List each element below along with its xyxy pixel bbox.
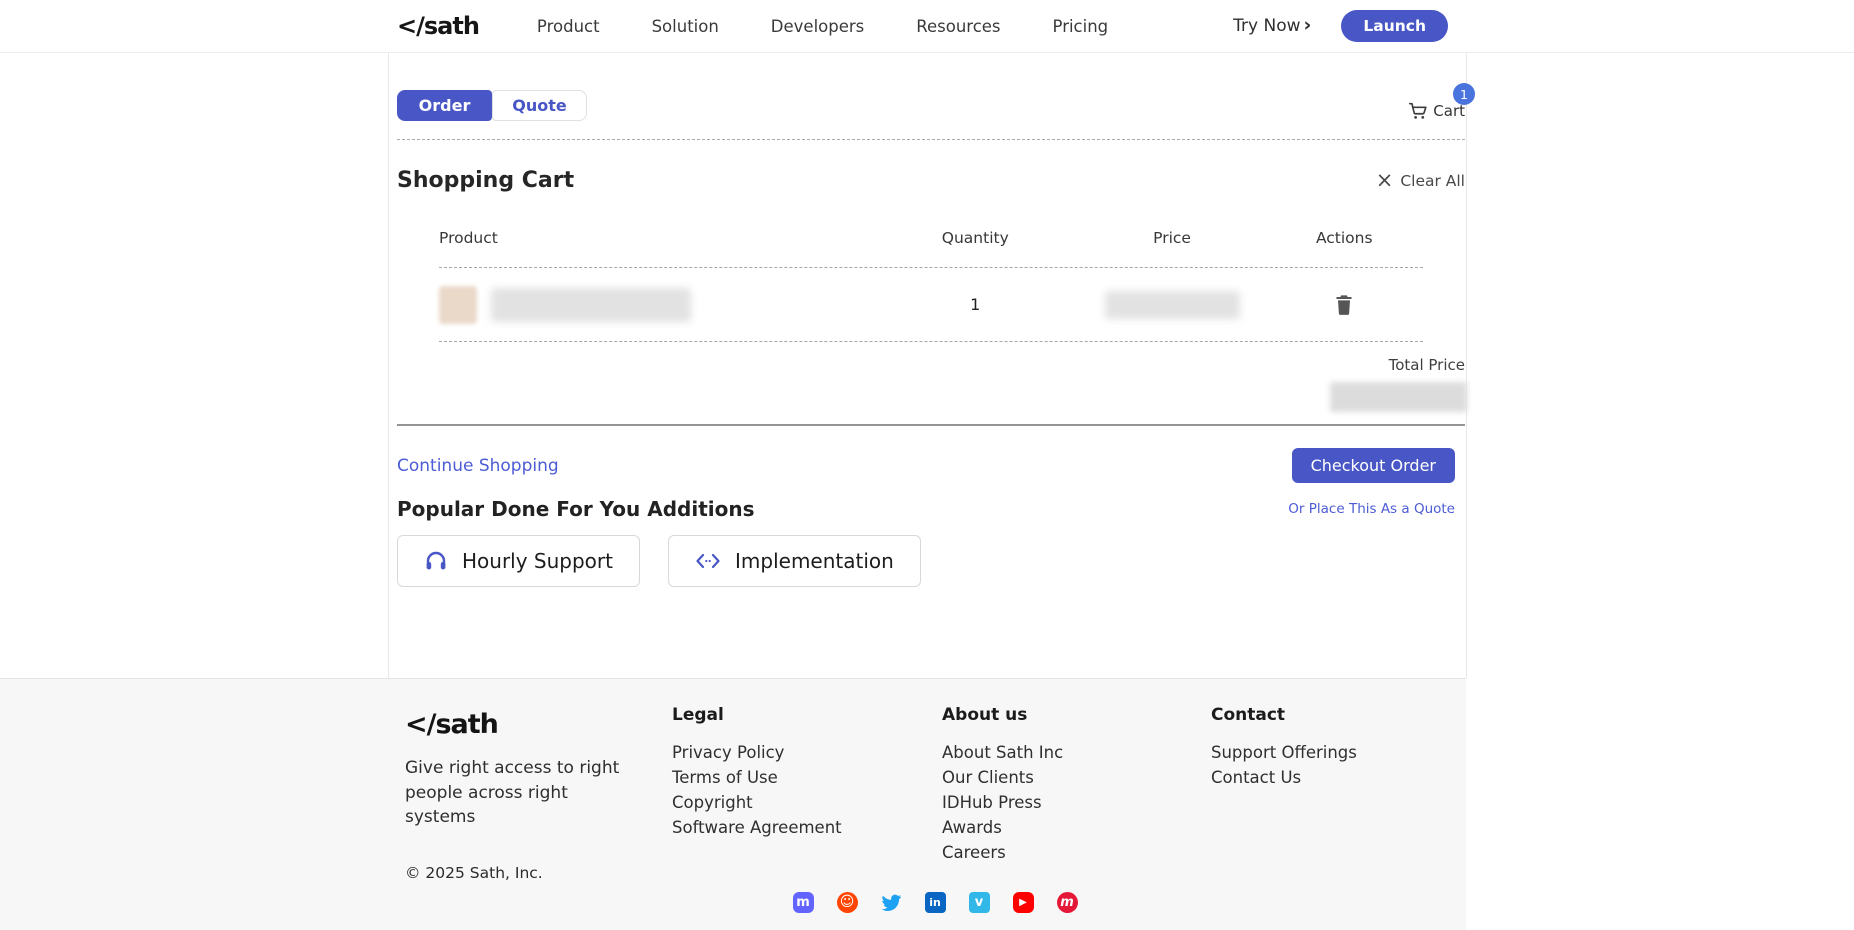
clear-all-label: Clear All <box>1400 172 1465 190</box>
footer-link-privacy-policy[interactable]: Privacy Policy <box>672 741 942 765</box>
footer-brand-column: </sath Give right access to right people… <box>405 705 672 882</box>
close-icon: × <box>1376 170 1394 191</box>
nav-right: Try Now › Launch <box>1233 10 1448 42</box>
total-price-blurred <box>1330 382 1467 412</box>
top-nav: </sath Product Solution Developers Resou… <box>0 0 1854 53</box>
order-quote-tabs: Order Quote <box>397 90 587 121</box>
tab-quote[interactable]: Quote <box>492 90 587 121</box>
additions-header-row: Popular Done For You Additions Or Place … <box>397 497 1465 521</box>
page-title: Shopping Cart <box>397 168 574 193</box>
footer: </sath Give right access to right people… <box>0 678 1466 930</box>
cart-header: Shopping Cart × Clear All <box>397 168 1465 193</box>
nav-item-resources[interactable]: Resources <box>916 17 1000 36</box>
shopping-cart-section: Shopping Cart × Clear All Product Quanti… <box>397 168 1465 426</box>
nav-item-pricing[interactable]: Pricing <box>1053 17 1109 36</box>
checkout-order-button[interactable]: Checkout Order <box>1292 448 1455 483</box>
brand-logo[interactable]: </sath <box>397 12 479 40</box>
nav-item-developers[interactable]: Developers <box>771 17 864 36</box>
headset-icon <box>424 549 448 573</box>
page: </sath Product Solution Developers Resou… <box>0 0 1854 930</box>
footer-tagline: Give right access to right people across… <box>405 756 640 830</box>
footer-link-about-sath[interactable]: About Sath Inc <box>942 741 1211 765</box>
column-header-product: Product <box>439 229 872 247</box>
addition-buttons: Hourly Support Implementation <box>397 535 1465 587</box>
product-thumbnail-blurred <box>439 286 477 324</box>
footer-column-title: About us <box>942 705 1211 725</box>
copyright: © 2025 Sath, Inc. <box>405 864 672 882</box>
footer-link-idhub-press[interactable]: IDHub Press <box>942 791 1211 815</box>
footer-link-terms-of-use[interactable]: Terms of Use <box>672 766 942 790</box>
launch-button[interactable]: Launch <box>1341 10 1448 42</box>
footer-link-contact-us[interactable]: Contact Us <box>1211 766 1466 790</box>
cart-icon <box>1407 100 1429 122</box>
twitter-icon[interactable] <box>881 892 902 913</box>
order-totals: Total Price <box>397 356 1465 412</box>
place-as-quote-link[interactable]: Or Place This As a Quote <box>1288 501 1455 517</box>
delete-item-button[interactable] <box>1334 293 1354 316</box>
footer-link-careers[interactable]: Careers <box>942 841 1211 865</box>
code-brackets-icon <box>695 550 721 572</box>
main-content: Order Quote 1 Cart Shopping Cart <box>0 53 1854 678</box>
footer-link-software-agreement[interactable]: Software Agreement <box>672 816 942 840</box>
column-header-actions: Actions <box>1316 229 1373 247</box>
cart-count-badge: 1 <box>1453 83 1475 105</box>
product-name-blurred <box>491 288 691 322</box>
footer-link-support-offerings[interactable]: Support Offerings <box>1211 741 1466 765</box>
dashed-divider <box>397 139 1465 140</box>
addition-hourly-support-button[interactable]: Hourly Support <box>397 535 640 587</box>
price-value-blurred <box>1105 291 1240 319</box>
footer-column-title: Contact <box>1211 705 1466 725</box>
cart-indicator[interactable]: 1 Cart <box>1407 100 1465 122</box>
nav-item-product[interactable]: Product <box>537 17 600 36</box>
addition-label: Implementation <box>735 549 894 573</box>
reddit-icon[interactable]: ☺ <box>837 892 858 913</box>
footer-column-title: Legal <box>672 705 942 725</box>
linkedin-icon[interactable]: in <box>925 892 946 913</box>
main-nav: Product Solution Developers Resources Pr… <box>537 17 1108 36</box>
vimeo-icon[interactable]: v <box>969 892 990 913</box>
footer-columns: </sath Give right access to right people… <box>405 705 1466 882</box>
cart-label: Cart <box>1433 102 1465 120</box>
addition-label: Hourly Support <box>462 549 613 573</box>
footer-about-column: About us About Sath Inc Our Clients IDHu… <box>942 705 1211 882</box>
footer-link-copyright[interactable]: Copyright <box>672 791 942 815</box>
column-header-quantity: Quantity <box>942 229 1009 247</box>
social-links: m ☺ in v ▶ m <box>405 892 1465 913</box>
footer-link-our-clients[interactable]: Our Clients <box>942 766 1211 790</box>
try-now-link[interactable]: Try Now › <box>1233 16 1311 36</box>
continue-shopping-link[interactable]: Continue Shopping <box>397 456 559 476</box>
additions-title: Popular Done For You Additions <box>397 497 755 521</box>
addition-implementation-button[interactable]: Implementation <box>668 535 921 587</box>
try-now-label: Try Now <box>1233 16 1300 36</box>
order-toolbar: Order Quote 1 Cart <box>397 53 1465 122</box>
cart-actions-row: Continue Shopping Checkout Order <box>397 448 1465 483</box>
footer-legal-column: Legal Privacy Policy Terms of Use Copyri… <box>672 705 942 882</box>
footer-contact-column: Contact Support Offerings Contact Us <box>1211 705 1466 882</box>
clear-all-button[interactable]: × Clear All <box>1376 170 1465 191</box>
footer-link-awards[interactable]: Awards <box>942 816 1211 840</box>
nav-item-solution[interactable]: Solution <box>652 17 719 36</box>
product-cell <box>439 286 872 324</box>
footer-logo[interactable]: </sath <box>405 709 672 740</box>
total-price-label: Total Price <box>397 356 1465 374</box>
cart-table: Product Quantity Price Actions 1 <box>439 217 1423 342</box>
chevron-right-icon: › <box>1304 16 1312 35</box>
meetup-icon[interactable]: m <box>1057 892 1078 913</box>
trash-icon <box>1334 293 1354 316</box>
youtube-icon[interactable]: ▶ <box>1013 892 1034 913</box>
quantity-value: 1 <box>970 295 980 314</box>
mastodon-icon[interactable]: m <box>793 892 814 913</box>
column-header-price: Price <box>1153 229 1191 247</box>
tab-order[interactable]: Order <box>397 90 492 121</box>
table-header-row: Product Quantity Price Actions <box>439 217 1423 268</box>
cart-item-row: 1 <box>439 268 1423 342</box>
